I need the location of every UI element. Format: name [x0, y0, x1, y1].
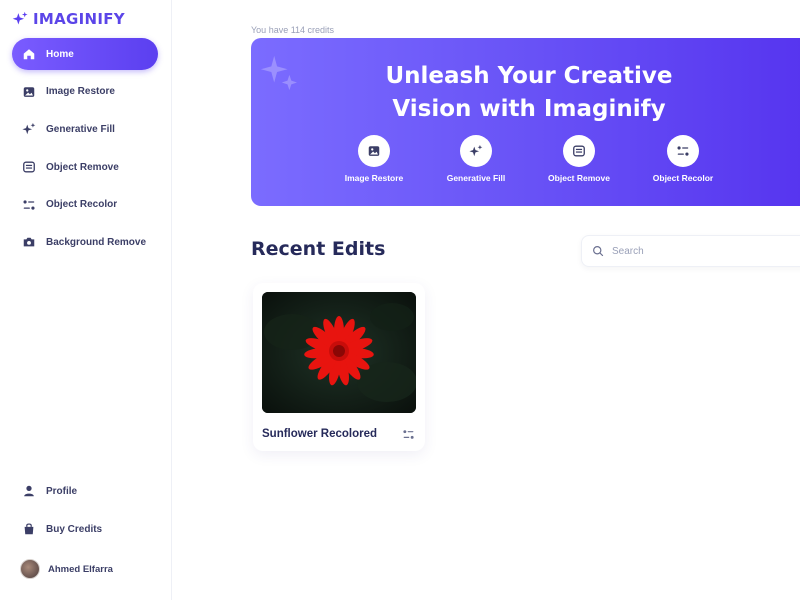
- action-circle[interactable]: [358, 135, 390, 167]
- recent-edits-title: Recent Edits: [251, 238, 386, 260]
- sidebar-item-label: Buy Credits: [46, 523, 103, 535]
- stars-icon: [22, 122, 36, 136]
- sidebar-item-home[interactable]: Home: [12, 38, 158, 70]
- banner-action-label: Generative Fill: [446, 173, 506, 183]
- sidebar-item-background-remove[interactable]: Background Remove: [12, 226, 158, 258]
- banner-title-line1: Unleash Your Creative: [385, 63, 673, 89]
- action-circle[interactable]: [563, 135, 595, 167]
- action-circle[interactable]: [667, 135, 699, 167]
- home-icon: [22, 47, 36, 61]
- sidebar-item-object-remove[interactable]: Object Remove: [12, 151, 158, 183]
- banner-title-line2: Vision with Imaginify: [392, 96, 666, 122]
- scan-icon: [573, 145, 585, 157]
- sidebar-nav: Home Image Restore Generative Fill Objec…: [12, 38, 158, 264]
- sidebar-item-buy-credits[interactable]: Buy Credits: [12, 513, 158, 545]
- card-title: Sunflower Recolored: [262, 428, 378, 440]
- bag-icon: [22, 522, 36, 536]
- banner-action-image-restore[interactable]: Image Restore: [334, 135, 414, 183]
- search-box[interactable]: [581, 235, 800, 267]
- hero-banner: Unleash Your Creative Vision with Imagin…: [251, 38, 800, 206]
- user-profile[interactable]: Ahmed Elfarra: [20, 559, 113, 579]
- sidebar-item-label: Object Remove: [46, 161, 119, 173]
- credits-text: You have 114 credits: [251, 25, 335, 35]
- filter-icon: [22, 198, 36, 212]
- logo[interactable]: IMAGINIFY: [12, 10, 125, 28]
- sidebar-item-image-restore[interactable]: Image Restore: [12, 76, 158, 108]
- action-circle[interactable]: [460, 135, 492, 167]
- sidebar-item-label: Background Remove: [46, 236, 147, 248]
- sidebar-item-label: Home: [46, 48, 74, 60]
- sidebar-bottom-nav: Profile Buy Credits: [12, 475, 158, 551]
- red-flower-image: [262, 292, 416, 413]
- sidebar-item-label: Profile: [46, 485, 78, 497]
- camera-icon: [22, 235, 36, 249]
- banner-action-label: Image Restore: [344, 173, 404, 183]
- banner-action-label: Object Recolor: [652, 173, 714, 183]
- image-icon: [22, 85, 36, 99]
- avatar[interactable]: [20, 559, 40, 579]
- sidebar-item-profile[interactable]: Profile: [12, 475, 158, 507]
- user-name: Ahmed Elfarra: [48, 563, 113, 575]
- banner-action-object-recolor[interactable]: Object Recolor: [643, 135, 723, 183]
- brand-name: IMAGINIFY: [33, 10, 125, 28]
- filter-icon: [677, 146, 689, 156]
- sidebar-item-label: Generative Fill: [46, 123, 115, 135]
- user-icon: [22, 484, 36, 498]
- sidebar: IMAGINIFY Home Image Restore Generative …: [0, 0, 172, 600]
- filter-icon: [403, 430, 414, 439]
- stars-icon: [469, 144, 483, 157]
- banner-action-object-remove[interactable]: Object Remove: [539, 135, 619, 183]
- logo-stars-icon: [12, 11, 28, 24]
- card-image[interactable]: [262, 292, 416, 413]
- scan-icon: [22, 160, 36, 174]
- recent-edit-card[interactable]: Sunflower Recolored: [253, 283, 425, 451]
- banner-action-label: Object Remove: [548, 173, 610, 183]
- banner-action-generative-fill[interactable]: Generative Fill: [436, 135, 516, 183]
- sidebar-item-generative-fill[interactable]: Generative Fill: [12, 113, 158, 145]
- sidebar-item-label: Object Recolor: [46, 199, 118, 211]
- search-input[interactable]: [612, 245, 782, 257]
- search-icon: [593, 246, 604, 257]
- sidebar-item-object-recolor[interactable]: Object Recolor: [12, 189, 158, 221]
- image-icon: [368, 146, 380, 156]
- sidebar-item-label: Image Restore: [46, 86, 115, 98]
